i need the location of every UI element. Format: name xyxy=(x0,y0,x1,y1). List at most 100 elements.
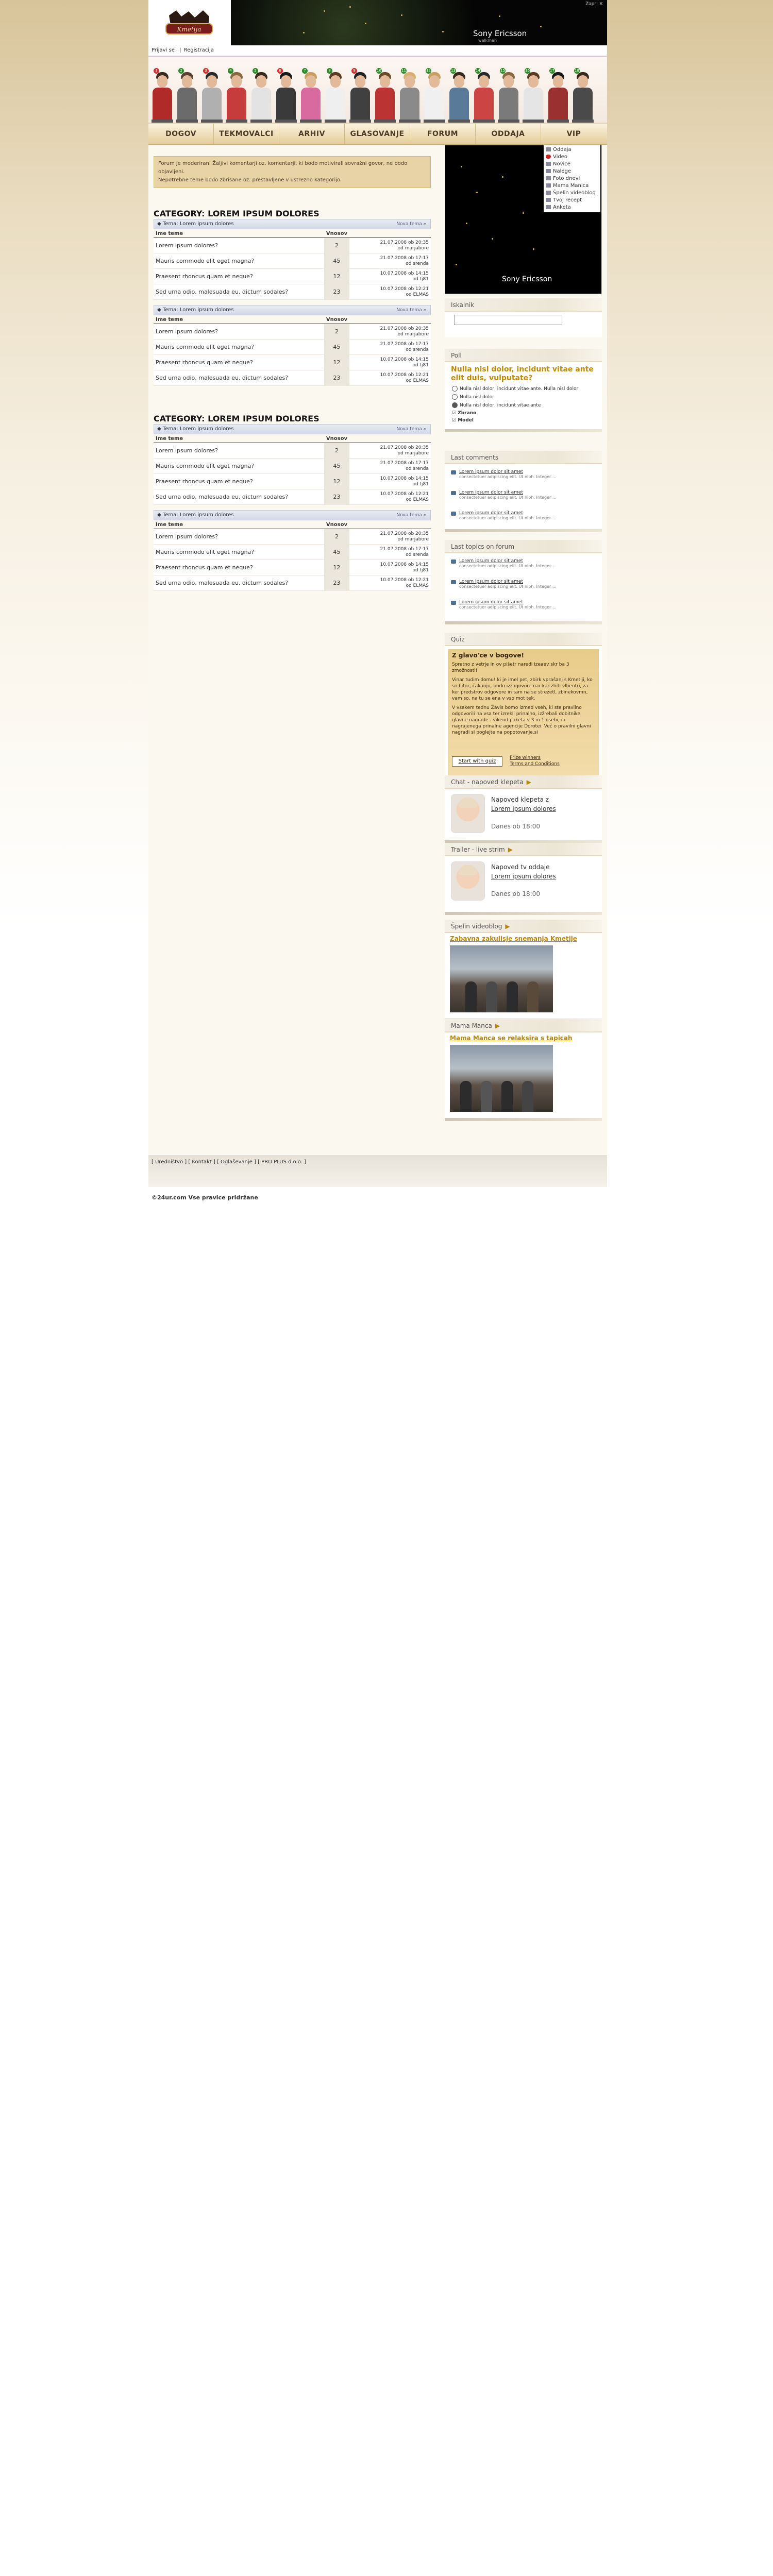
last-post-author[interactable]: od marjabore xyxy=(351,332,429,337)
nav-glasovanje[interactable]: GLASOVANJE xyxy=(345,124,410,144)
contestant[interactable]: 2 xyxy=(175,68,199,123)
video-menu-item[interactable]: Mama Manica xyxy=(544,182,600,190)
last-post-author[interactable]: od tj81 xyxy=(351,568,429,573)
poll-option[interactable]: Nulla nisl dolor, incidunt vitae ante. N… xyxy=(445,385,602,393)
topic-title[interactable]: Praesent rhoncus quam et neque? xyxy=(154,268,324,284)
forum-title[interactable]: Tema: Lorem ipsum dolores xyxy=(163,221,234,227)
video-player[interactable]: Sony Ericsson Oddaja Video Novice Nalege… xyxy=(445,145,602,294)
contestant[interactable]: 17 xyxy=(546,68,570,123)
footer-links[interactable]: [ Uredništvo ] [ Kontakt ] [ Oglaševanje… xyxy=(152,1159,306,1165)
poll-option[interactable]: Nulla nisl dolor xyxy=(445,393,602,401)
table-row[interactable]: Sed urna odio, malesuada eu, dictum soda… xyxy=(154,370,431,386)
list-item[interactable]: Lorem ipsum dolor sit amet consectetuer a… xyxy=(445,556,602,577)
table-row[interactable]: Mauris commodo elit eget magna? 45 21.07.2… xyxy=(154,544,431,560)
contestant[interactable]: 11 xyxy=(398,68,422,123)
topic-title[interactable]: Praesent rhoncus quam et neque? xyxy=(154,560,324,575)
video-menu-item[interactable]: Špelin videoblog xyxy=(544,190,600,197)
videoblog-link[interactable]: Zabavna zakulisje snemanja Kmetije xyxy=(445,933,602,944)
contestant[interactable]: 12 xyxy=(423,68,446,123)
video-menu-item[interactable]: Foto dnevi xyxy=(544,175,600,182)
list-item[interactable]: Lorem ipsum dolor sit amet consectetuer a… xyxy=(445,598,602,618)
last-post-author[interactable]: od srenda xyxy=(351,347,429,353)
list-item[interactable]: Lorem ipsum dolor sit amet consectetuer a… xyxy=(445,488,602,509)
forum-bar[interactable]: ◆ Tema: Lorem ipsum dolores Nova tema » xyxy=(154,424,431,434)
nav-forum[interactable]: FORUM xyxy=(410,124,476,144)
contestant[interactable]: 6 xyxy=(274,68,298,123)
list-item[interactable]: Lorem ipsum dolor sit amet consectetuer a… xyxy=(445,577,602,598)
table-row[interactable]: Lorem ipsum dolores? 2 21.07.2008 ob 20:35… xyxy=(154,324,431,340)
table-row[interactable]: Lorem ipsum dolores? 2 21.07.2008 ob 20:35… xyxy=(154,238,431,253)
contestant[interactable]: 5 xyxy=(249,68,273,123)
topic-title[interactable]: Praesent rhoncus quam et neque? xyxy=(154,473,324,489)
list-item[interactable]: Lorem ipsum dolor sit amet consectetuer a… xyxy=(445,509,602,529)
chat-name-link[interactable]: Lorem ipsum dolores xyxy=(491,805,556,812)
terms-link[interactable]: Terms and Conditions xyxy=(510,761,560,767)
last-post-author[interactable]: od marjabore xyxy=(351,451,429,456)
last-post-author[interactable]: od marjabore xyxy=(351,537,429,543)
videoblog-thumbnail[interactable] xyxy=(450,945,553,1012)
topic-title[interactable]: Praesent rhoncus quam et neque? xyxy=(154,354,324,370)
forum-title[interactable]: Tema: Lorem ipsum dolores xyxy=(163,426,234,432)
topic-title[interactable]: Mauris commodo elit eget magna? xyxy=(154,458,324,474)
topic-title[interactable]: Lorem ipsum dolores? xyxy=(154,529,324,545)
contestant[interactable]: 15 xyxy=(497,68,520,123)
topic-title[interactable]: Lorem ipsum dolores? xyxy=(154,238,324,253)
contestant[interactable]: 8 xyxy=(324,68,347,123)
video-menu-item[interactable]: Nalege xyxy=(544,168,600,175)
contestant[interactable]: 3 xyxy=(200,68,224,123)
banner-close-button[interactable]: Zapri ✕ xyxy=(585,2,603,7)
table-row[interactable]: Mauris commodo elit eget magna? 45 21.07.2… xyxy=(154,339,431,355)
poll-vote-button[interactable]: ☑ Model xyxy=(445,417,602,424)
forum-title[interactable]: Tema: Lorem ipsum dolores xyxy=(163,307,234,313)
nav-tekmovalci[interactable]: TEKMOVALCI xyxy=(214,124,279,144)
video-menu-item[interactable]: Oddaja xyxy=(544,146,600,154)
contestant[interactable]: 9 xyxy=(348,68,372,123)
last-post-author[interactable]: od srenda xyxy=(351,261,429,267)
start-quiz-button[interactable]: Start with quiz xyxy=(452,756,502,767)
table-row[interactable]: Praesent rhoncus quam et neque? 12 10.07.2… xyxy=(154,560,431,575)
table-row[interactable]: Sed urna odio, malesuada eu, dictum soda… xyxy=(154,575,431,591)
last-post-author[interactable]: od tj81 xyxy=(351,277,429,282)
ad-banner[interactable]: Sony Ericsson walkman Zapri ✕ xyxy=(231,0,607,45)
table-row[interactable]: Praesent rhoncus quam et neque? 12 10.07.2… xyxy=(154,268,431,284)
logo-box[interactable]: Kmetija xyxy=(148,0,231,45)
contestant[interactable]: 7 xyxy=(299,68,323,123)
topic-title[interactable]: Sed urna odio, malesuada eu, dictum soda… xyxy=(154,284,324,300)
table-row[interactable]: Sed urna odio, malesuada eu, dictum soda… xyxy=(154,284,431,300)
mama-link[interactable]: Mama Manca se relaksira s tapicah xyxy=(445,1032,602,1044)
contestant[interactable]: 1 xyxy=(150,68,174,123)
last-post-author[interactable]: od ELMAS xyxy=(351,583,429,589)
contestant[interactable]: 4 xyxy=(225,68,248,123)
table-row[interactable]: Lorem ipsum dolores? 2 21.07.2008 ob 20:35… xyxy=(154,529,431,545)
topic-title[interactable]: Mauris commodo elit eget magna? xyxy=(154,253,324,269)
prize-winners-link[interactable]: Prize winners xyxy=(510,755,560,761)
contestant[interactable]: 18 xyxy=(571,68,595,123)
nav-oddaja[interactable]: ODDAJA xyxy=(476,124,541,144)
last-post-author[interactable]: od srenda xyxy=(351,466,429,472)
nav-arhiv[interactable]: ARHIV xyxy=(279,124,345,144)
topic-title[interactable]: Mauris commodo elit eget magna? xyxy=(154,544,324,560)
topic-title[interactable]: Lorem ipsum dolores? xyxy=(154,443,324,459)
nav-vip[interactable]: VIP xyxy=(541,124,607,144)
contestant[interactable]: 13 xyxy=(447,68,471,123)
table-row[interactable]: Praesent rhoncus quam et neque? 12 10.07.2… xyxy=(154,354,431,370)
table-row[interactable]: Praesent rhoncus quam et neque? 12 10.07.2… xyxy=(154,473,431,489)
trailer-name-link[interactable]: Lorem ipsum dolores xyxy=(491,873,556,880)
topic-title[interactable]: Sed urna odio, malesuada eu, dictum soda… xyxy=(154,370,324,386)
forum-bar[interactable]: ◆ Tema: Lorem ipsum dolores Nova tema » xyxy=(154,510,431,520)
table-row[interactable]: Mauris commodo elit eget magna? 45 21.07.2… xyxy=(154,253,431,269)
last-post-author[interactable]: od marjabore xyxy=(351,246,429,251)
new-topic-link[interactable]: Nova tema xyxy=(396,513,422,518)
search-input[interactable] xyxy=(454,315,562,325)
new-topic-link[interactable]: Nova tema xyxy=(396,427,422,432)
table-row[interactable]: Mauris commodo elit eget magna? 45 21.07.2… xyxy=(154,458,431,474)
contestant[interactable]: 14 xyxy=(472,68,496,123)
video-menu-item[interactable]: Tvoj recept xyxy=(544,197,600,204)
nav-dogov[interactable]: DOGOV xyxy=(148,124,214,144)
last-post-author[interactable]: od tj81 xyxy=(351,482,429,487)
signin-link[interactable]: Prijavi se xyxy=(152,47,175,53)
contestant[interactable]: 16 xyxy=(522,68,545,123)
mama-thumbnail[interactable] xyxy=(450,1045,553,1112)
new-topic-link[interactable]: Nova tema xyxy=(396,308,422,313)
video-menu-item[interactable]: Anketa xyxy=(544,204,600,211)
